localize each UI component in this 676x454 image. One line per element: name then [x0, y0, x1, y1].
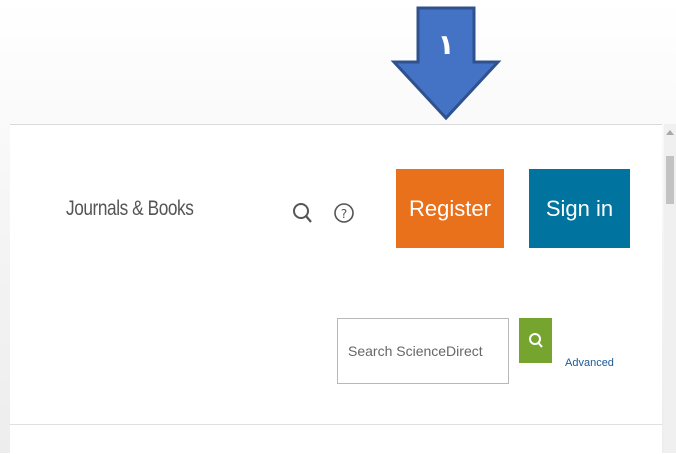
search-submit-button[interactable]	[519, 318, 552, 363]
scroll-up-icon[interactable]	[666, 130, 674, 135]
annotation-arrow: ١	[388, 6, 504, 122]
content-panel	[10, 424, 662, 454]
header-panel: Journals & Books ? Register Sign in Adva…	[10, 124, 662, 426]
journals-books-link[interactable]: Journals & Books	[66, 197, 194, 221]
search-icon	[528, 332, 543, 348]
scrollbar[interactable]	[664, 124, 676, 453]
scroll-thumb[interactable]	[666, 156, 674, 204]
search-icon[interactable]	[292, 201, 314, 225]
arrow-number: ١	[437, 28, 455, 61]
search-input[interactable]	[337, 318, 509, 384]
register-button[interactable]: Register	[396, 169, 504, 248]
help-icon[interactable]: ?	[333, 201, 355, 225]
advanced-search-link[interactable]: Advanced	[565, 357, 614, 369]
signin-button[interactable]: Sign in	[529, 169, 630, 248]
svg-text:?: ?	[341, 207, 347, 221]
down-arrow-icon	[390, 6, 502, 121]
